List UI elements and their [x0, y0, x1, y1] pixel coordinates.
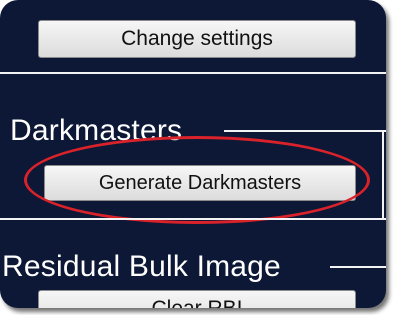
- darkmasters-group-border: [224, 130, 386, 132]
- section-divider: [0, 218, 386, 220]
- settings-panel: Change settings Darkmasters Generate Dar…: [0, 0, 386, 308]
- rbi-group-border: [330, 266, 386, 268]
- highlight-circle: [24, 136, 370, 224]
- change-settings-button[interactable]: Change settings: [38, 20, 356, 58]
- darkmasters-group-border-right: [382, 130, 384, 218]
- rbi-heading: Residual Bulk Image: [2, 250, 281, 283]
- clear-rbi-button[interactable]: Clear RBI: [38, 290, 356, 308]
- section-divider: [0, 72, 386, 74]
